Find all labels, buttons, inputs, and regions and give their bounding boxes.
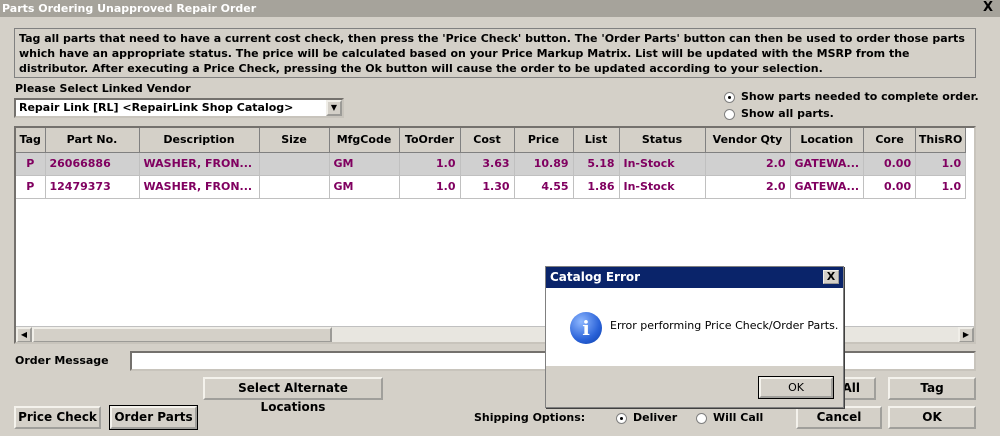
cell-vendor-qty[interactable]: 2.0 [705, 152, 791, 176]
cell-thisro[interactable]: 1.0 [915, 175, 967, 199]
scrollbar-thumb[interactable] [32, 327, 332, 342]
window-close-icon[interactable]: X [980, 1, 996, 15]
cell-status[interactable]: In-Stock [619, 152, 706, 176]
dialog-ok-button[interactable]: OK [758, 376, 834, 399]
col-header-cost[interactable]: Cost [460, 128, 515, 153]
cell-cost[interactable]: 3.63 [460, 152, 515, 176]
cancel-button[interactable]: Cancel [796, 406, 882, 429]
cell-mfgcode[interactable]: GM [329, 175, 400, 199]
dialog-body: i Error performing Price Check/Order Par… [546, 288, 843, 366]
col-header-toorder[interactable]: ToOrder [399, 128, 461, 153]
cell-part-no[interactable]: 26066886 [45, 152, 140, 176]
cell-mfgcode[interactable]: GM [329, 152, 400, 176]
radio-show-needed-indicator[interactable] [724, 91, 735, 103]
col-header-description[interactable]: Description [139, 128, 260, 153]
radio-deliver-indicator[interactable] [616, 412, 627, 424]
dialog-title-bar: Catalog Error [546, 267, 843, 288]
vendor-label: Please Select Linked Vendor [15, 82, 191, 95]
radio-will-call[interactable]: Will Call [696, 411, 763, 424]
radio-show-all-indicator[interactable] [724, 108, 735, 120]
col-header-size[interactable]: Size [259, 128, 330, 153]
radio-will-call-indicator[interactable] [696, 412, 707, 424]
cell-core[interactable]: 0.00 [863, 152, 917, 176]
radio-show-needed-label: Show parts needed to complete order. [741, 90, 979, 103]
vendor-select-value: Repair Link [RL] <RepairLink Shop Catalo… [19, 101, 294, 114]
cell-cost[interactable]: 1.30 [460, 175, 515, 199]
radio-show-all-label: Show all parts. [741, 107, 834, 120]
select-alternate-locations-button[interactable]: Select Alternate Locations [203, 377, 383, 414]
catalog-error-dialog: Catalog Error X i Error performing Price… [545, 266, 844, 408]
tag-button[interactable]: Tag [888, 377, 976, 400]
col-header-core[interactable]: Core [863, 128, 917, 153]
dialog-message: Error performing Price Check/Order Parts… [610, 319, 839, 332]
col-header-tag[interactable]: Tag [16, 128, 46, 153]
price-check-button[interactable]: Price Check [14, 406, 101, 429]
col-header-status[interactable]: Status [619, 128, 706, 153]
cell-toorder[interactable]: 1.0 [399, 175, 461, 199]
dialog-close-icon[interactable]: X [823, 270, 839, 284]
col-header-price[interactable]: Price [514, 128, 574, 153]
col-header-thisro[interactable]: ThisRO [915, 128, 967, 153]
col-header-part-no[interactable]: Part No. [45, 128, 140, 153]
cell-description[interactable]: WASHER, FRON... [139, 152, 260, 176]
col-header-mfgcode[interactable]: MfgCode [329, 128, 400, 153]
table-row[interactable]: P 26066886 WASHER, FRON... GM 1.0 3.63 1… [16, 152, 967, 176]
col-header-location[interactable]: Location [790, 128, 865, 153]
cell-size[interactable] [259, 175, 330, 199]
cell-tag[interactable]: P [16, 175, 46, 199]
ok-button[interactable]: OK [888, 406, 976, 429]
grid-header-row: Tag Part No. Description Size MfgCode To… [16, 128, 967, 153]
cell-tag[interactable]: P [16, 152, 46, 176]
order-message-label: Order Message [15, 354, 109, 367]
radio-deliver-label: Deliver [633, 411, 678, 424]
instructions-text: Tag all parts that need to have a curren… [14, 28, 976, 78]
window-title: Parts Ordering Unapproved Repair Order [2, 2, 257, 15]
scroll-right-icon[interactable]: ▶ [958, 327, 974, 342]
cell-list[interactable]: 1.86 [573, 175, 620, 199]
cell-thisro[interactable]: 1.0 [915, 152, 967, 176]
radio-show-all[interactable]: Show all parts. [724, 107, 834, 120]
vendor-select[interactable]: Repair Link [RL] <RepairLink Shop Catalo… [14, 98, 344, 118]
cell-status[interactable]: In-Stock [619, 175, 706, 199]
shipping-options-label: Shipping Options: [474, 411, 586, 424]
order-parts-button[interactable]: Order Parts [109, 405, 198, 430]
radio-deliver[interactable]: Deliver [616, 411, 677, 424]
radio-show-needed[interactable]: Show parts needed to complete order. [724, 90, 979, 103]
cell-description[interactable]: WASHER, FRON... [139, 175, 260, 199]
cell-location[interactable]: GATEWA... [790, 175, 865, 199]
scroll-left-icon[interactable]: ◀ [16, 327, 32, 342]
chevron-down-icon[interactable]: ▼ [326, 100, 342, 116]
cell-list[interactable]: 5.18 [573, 152, 620, 176]
cell-price[interactable]: 4.55 [514, 175, 574, 199]
col-header-list[interactable]: List [573, 128, 620, 153]
cell-location[interactable]: GATEWA... [790, 152, 865, 176]
dialog-title: Catalog Error [550, 270, 641, 284]
parts-table: Tag Part No. Description Size MfgCode To… [16, 128, 967, 199]
cell-toorder[interactable]: 1.0 [399, 152, 461, 176]
cell-vendor-qty[interactable]: 2.0 [705, 175, 791, 199]
cell-part-no[interactable]: 12479373 [45, 175, 140, 199]
radio-will-call-label: Will Call [713, 411, 764, 424]
cell-price[interactable]: 10.89 [514, 152, 574, 176]
cell-core[interactable]: 0.00 [863, 175, 917, 199]
info-icon: i [570, 312, 602, 344]
table-row[interactable]: P 12479373 WASHER, FRON... GM 1.0 1.30 4… [16, 175, 967, 199]
window-title-bar: Parts Ordering Unapproved Repair Order [0, 0, 1000, 17]
cell-size[interactable] [259, 152, 330, 176]
col-header-vendor-qty[interactable]: Vendor Qty [705, 128, 791, 153]
